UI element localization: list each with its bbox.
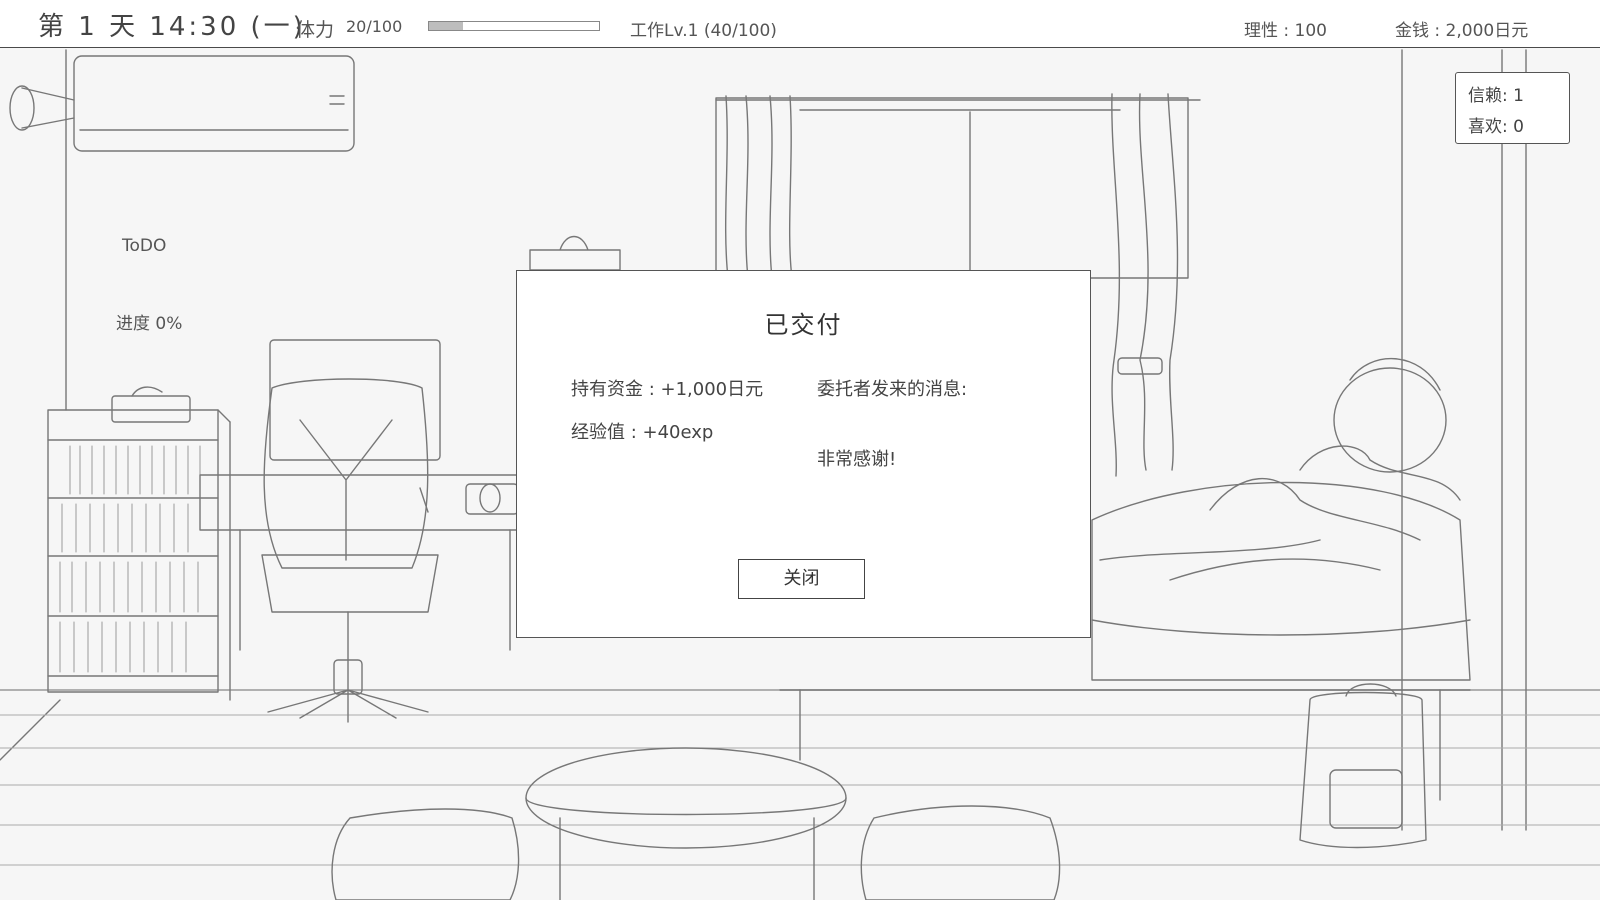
todo-title[interactable]: ToDO — [122, 236, 166, 256]
round-table — [525, 747, 847, 900]
relationship-panel: 信赖: 1 喜欢: 0 — [1455, 72, 1570, 144]
backpack — [1299, 683, 1427, 849]
todo-progress: 进度 0% — [116, 314, 183, 334]
office-chair — [261, 378, 439, 723]
work-level: 工作Lv.1 (40/100) — [630, 21, 777, 41]
bookshelf — [47, 386, 231, 701]
desk — [199, 339, 521, 651]
money-display: 金钱 : 2,000日元 — [1395, 21, 1529, 41]
sanity-display: 理性 : 100 — [1244, 21, 1327, 41]
stamina-value: 20/100 — [346, 17, 403, 36]
stamina-label: 体力 — [296, 19, 335, 41]
stamina-bar — [428, 21, 600, 31]
trust-stat: 信赖: 1 — [1468, 86, 1524, 106]
stamina-bar-fill — [429, 22, 463, 30]
dialog-title: 已交付 — [764, 311, 843, 339]
exp-reward: 经验值 : +40exp — [571, 422, 714, 443]
delivery-dialog: 已交付 持有资金 : +1,000日元 经验值 : +40exp 委托者发来的消… — [516, 270, 1091, 638]
air-conditioner — [9, 55, 355, 152]
client-message-label: 委托者发来的消息: — [817, 379, 968, 400]
funds-reward: 持有资金 : +1,000日元 — [571, 379, 764, 400]
game-screen: 第 1 天 14:30 (一) 体力 20/100 工作Lv.1 (40/100… — [0, 0, 1600, 900]
like-stat: 喜欢: 0 — [1468, 117, 1524, 137]
client-message: 非常感谢! — [817, 449, 897, 470]
close-button[interactable]: 关闭 — [738, 559, 865, 599]
status-bar: 第 1 天 14:30 (一) 体力 20/100 工作Lv.1 (40/100… — [0, 0, 1600, 48]
day-time-display: 第 1 天 14:30 (一) — [38, 12, 306, 42]
